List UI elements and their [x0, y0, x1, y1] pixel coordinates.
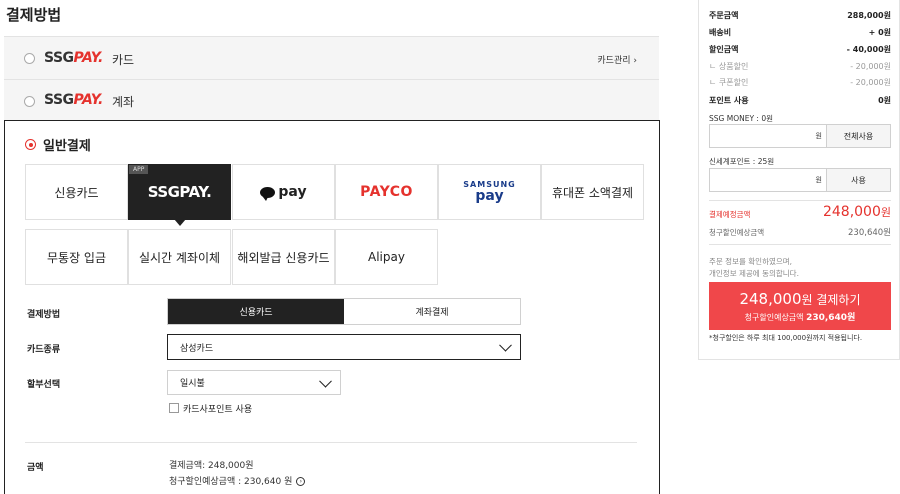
page-title: 결제방법	[6, 6, 62, 24]
pay-button[interactable]: 248,000원 결제하기 청구할인예상금액 230,640원	[709, 282, 891, 330]
agreement-text: 주문 정보를 확인하였으며, 개인정보 제공에 동의합니다.	[709, 257, 799, 278]
method-ssgpay[interactable]: APP SSGPAY.	[128, 164, 231, 226]
general-payment-title: 일반결제	[43, 139, 91, 154]
info-icon[interactable]: ›	[296, 477, 306, 486]
general-payment-radio[interactable]	[25, 139, 36, 150]
installment-select[interactable]: 일시불	[167, 370, 341, 395]
method-realtime-transfer[interactable]: 실시간 계좌이체	[128, 229, 231, 285]
shinsegae-point-label: 신세계포인트 : 25원	[709, 157, 775, 166]
product-discount-row: ㄴ 상품할인 - 20,000원	[709, 62, 891, 71]
method-kakaopay[interactable]: pay	[232, 164, 335, 220]
estimated-discount-amount: 청구할인예상금액 : 230,640 원 ›	[169, 474, 306, 487]
ssgpay-logo: SSGPAY.	[44, 50, 103, 66]
installment-label: 할부선택	[27, 380, 61, 390]
card-point-checkbox[interactable]	[169, 403, 179, 413]
app-tag: APP	[129, 165, 149, 174]
amount-label: 금액	[27, 463, 44, 473]
discount-row: 할인금액 - 40,000원	[709, 45, 891, 54]
method-alipay[interactable]: Alipay	[335, 229, 438, 285]
point-use-row: 포인트 사용 0원	[709, 96, 891, 105]
selected-caret-icon	[173, 219, 186, 226]
kakao-bubble-icon	[260, 186, 276, 201]
method-samsung-pay[interactable]: SAMSUNG pay	[438, 164, 541, 220]
method-mobile-payment[interactable]: 휴대폰 소액결제	[541, 164, 644, 220]
ssg-money-label: SSG MONEY : 0원	[709, 114, 773, 123]
credit-card-toggle[interactable]: 신용카드	[168, 299, 344, 324]
due-amount-value: 248,000원	[822, 204, 891, 220]
payment-amount: 결제금액: 248,000원	[169, 461, 254, 471]
method-bank-deposit[interactable]: 무통장 입금	[25, 229, 128, 285]
ssgpay-account-option[interactable]: SSGPAY. 계좌	[4, 79, 659, 120]
chevron-down-icon	[499, 338, 512, 352]
order-amount-row: 주문금액 288,000원	[709, 11, 891, 20]
payment-method-toggle: 신용카드 계좌결제	[167, 298, 521, 325]
ssgpay-card-option[interactable]: SSGPAY. 카드 카드관리 ›	[4, 36, 659, 79]
use-point-button[interactable]: 사용	[827, 168, 891, 192]
card-type-label: 카드종류	[27, 345, 61, 355]
estimated-value: 230,640원	[848, 228, 891, 238]
use-all-button[interactable]: 전체사용	[827, 124, 891, 148]
ssgpay-card-radio[interactable]	[24, 53, 35, 64]
chevron-down-icon	[319, 374, 332, 388]
due-amount-label: 결제예정금액	[709, 210, 751, 219]
ssg-money-input[interactable]: 원	[709, 124, 827, 148]
card-point-checkbox-label: 카드사포인트 사용	[183, 405, 253, 415]
general-payment-section: 일반결제 신용카드 APP SSGPAY. pay PAYCO SAMSUNG p…	[4, 120, 660, 494]
method-overseas-card[interactable]: 해외발급 신용카드	[232, 229, 335, 285]
ssgpay-account-label: 계좌	[112, 95, 135, 109]
shinsegae-point-input[interactable]: 원	[709, 168, 827, 192]
card-manage-link[interactable]: 카드관리 ›	[597, 53, 637, 66]
coupon-discount-row: ㄴ 쿠폰할인 - 20,000원	[709, 78, 891, 87]
divider	[709, 244, 891, 245]
method-payco[interactable]: PAYCO	[335, 164, 438, 220]
ssgpay-logo: SSGPAY.	[44, 92, 103, 108]
account-toggle[interactable]: 계좌결제	[344, 299, 520, 324]
ssgpay-logo: SSGPAY.	[147, 183, 212, 201]
ssgpay-card-label: 카드	[112, 53, 135, 67]
method-credit-card[interactable]: 신용카드	[25, 164, 128, 220]
shipping-row: 배송비 + 0원	[709, 28, 891, 37]
estimated-label: 청구할인예상금액	[709, 228, 765, 237]
divider	[25, 442, 637, 443]
card-type-select[interactable]: 삼성카드	[167, 334, 521, 360]
divider	[709, 200, 891, 201]
order-summary: 주문금액 288,000원 배송비 + 0원 할인금액 - 40,000원 ㄴ 상품할…	[698, 0, 900, 360]
chevron-right-icon: ›	[633, 56, 637, 66]
discount-footnote: *청구할인은 하루 최대 100,000원까지 적용됩니다.	[709, 334, 863, 342]
payment-method-label: 결제방법	[27, 310, 61, 320]
ssgpay-account-radio[interactable]	[24, 96, 35, 107]
